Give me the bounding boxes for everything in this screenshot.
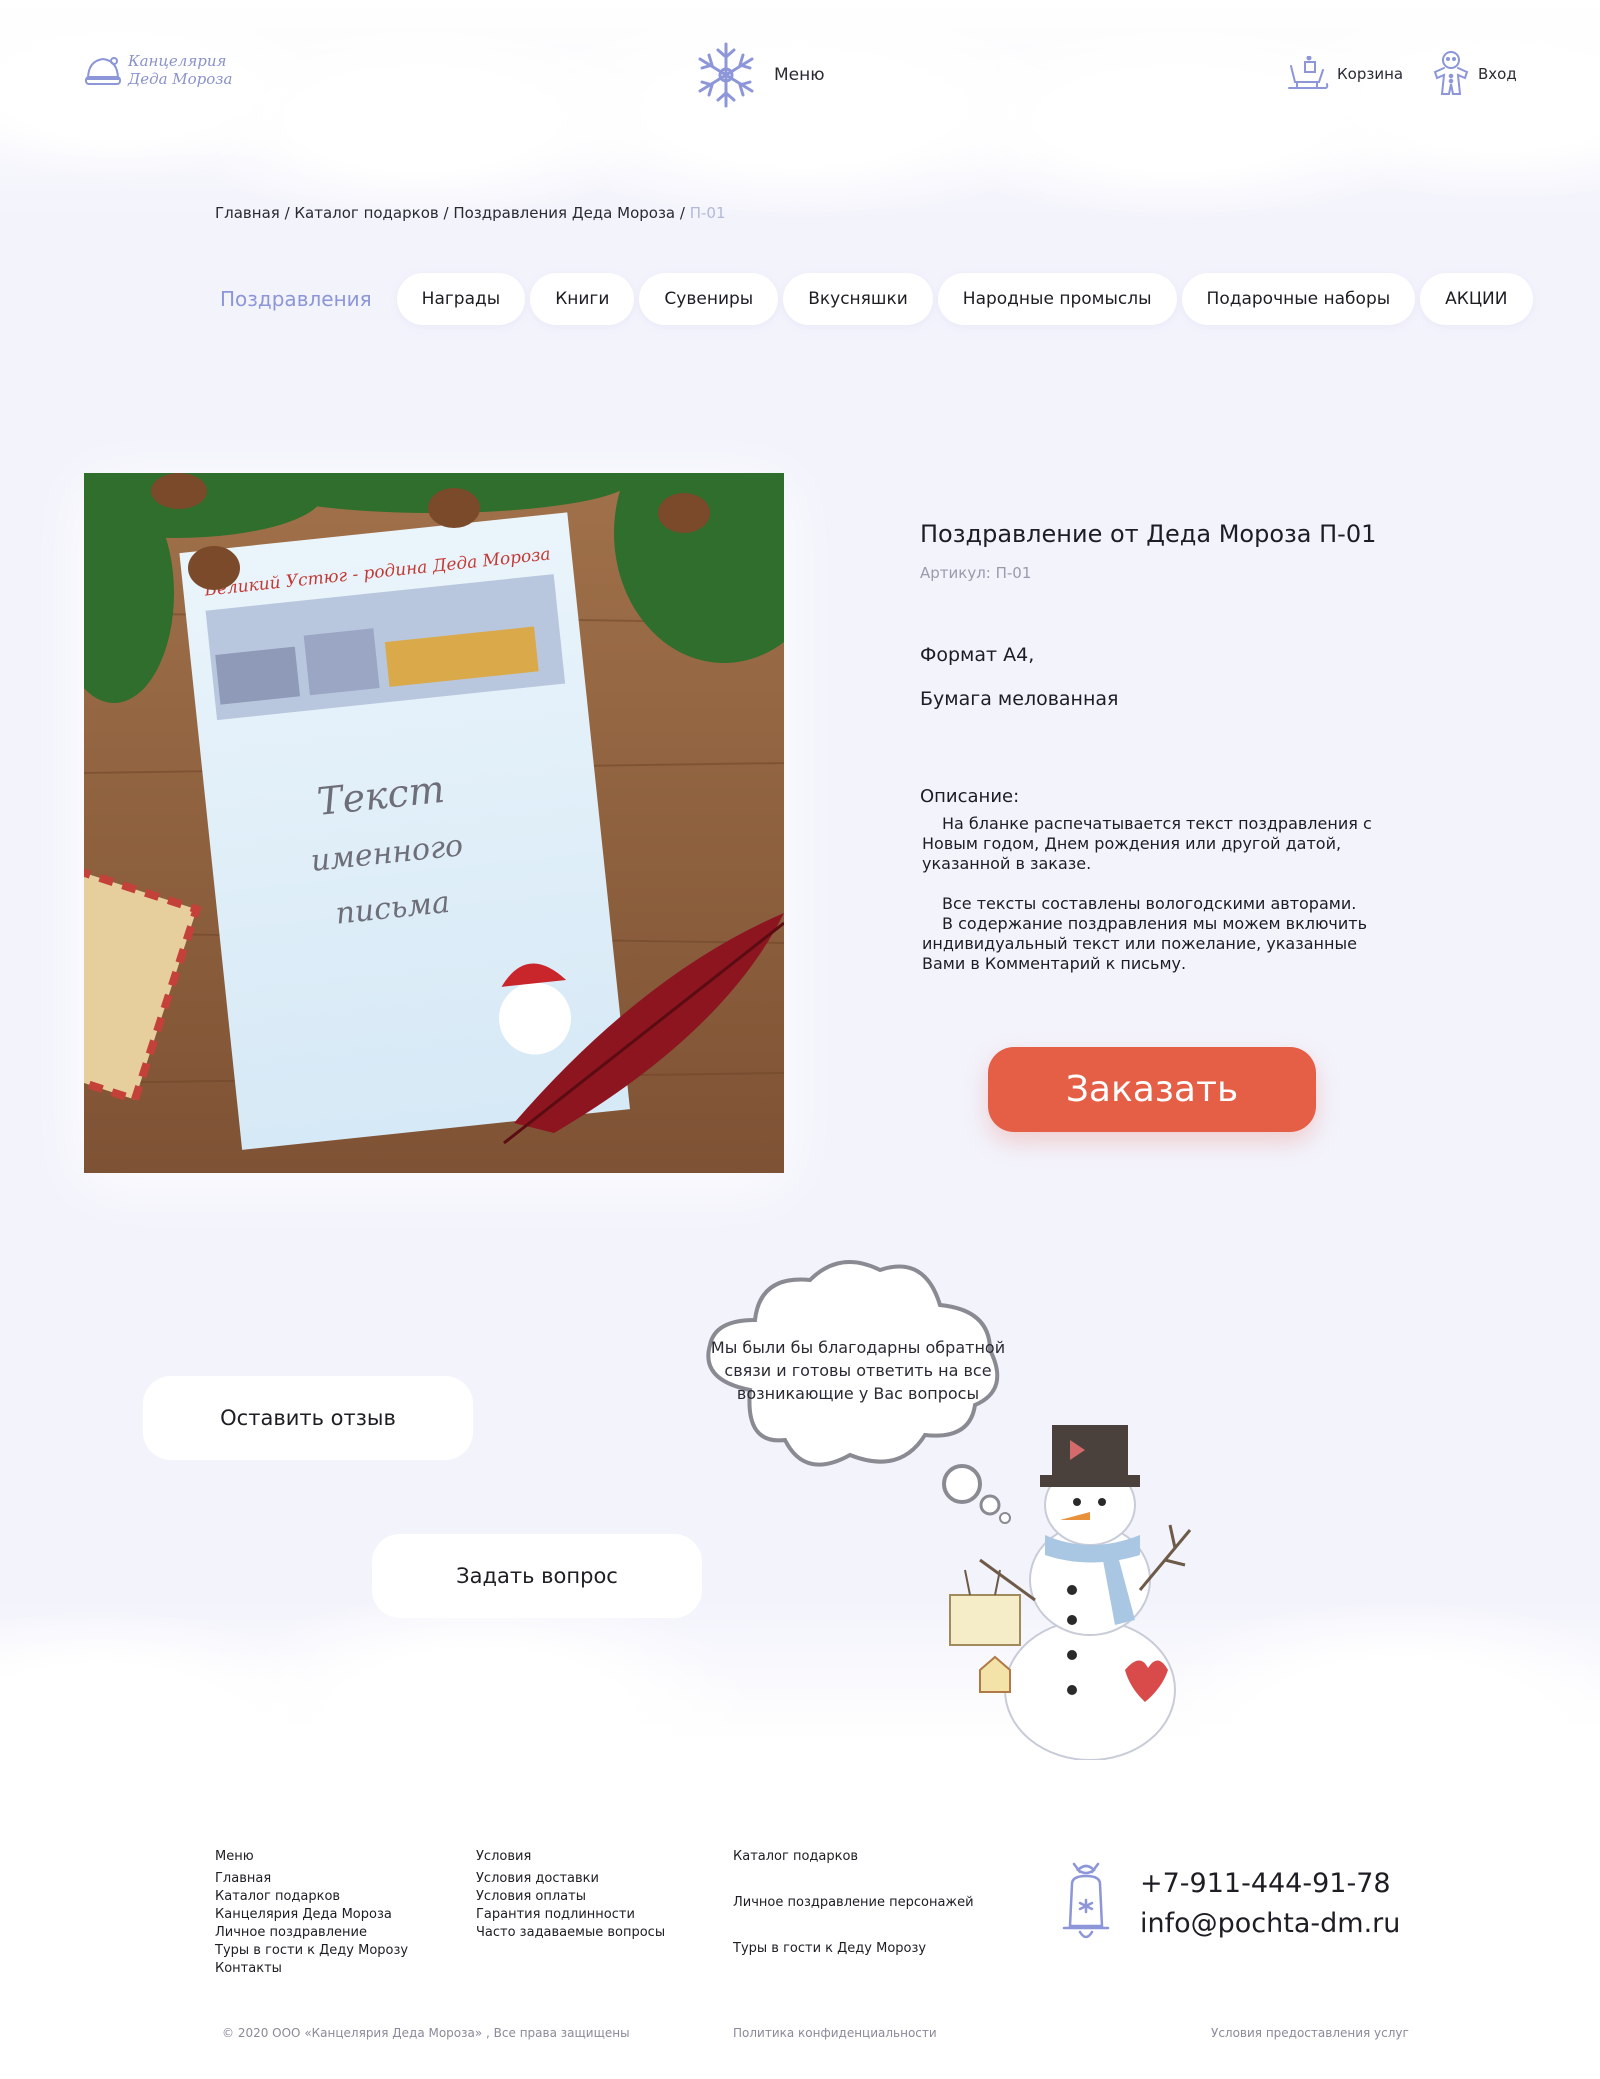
description-text: На бланке распечатывается текст поздравл… (922, 814, 1382, 974)
footer-email-link[interactable]: info@pochta-dm.ru (1140, 1904, 1400, 1944)
tab-promotions[interactable]: АКЦИИ (1420, 273, 1533, 325)
tab-sweets[interactable]: Вкусняшки (783, 273, 933, 325)
sleigh-icon (1288, 56, 1329, 89)
footer-link-payment[interactable]: Условия оплаты (476, 1888, 665, 1906)
breadcrumb-home[interactable]: Главная (215, 204, 280, 222)
breadcrumb-separator: / (279, 204, 295, 222)
footer-contacts: +7-911-444-91-78 info@pochta-dm.ru (1060, 1862, 1400, 1946)
header-cloud-background (0, 0, 1600, 220)
breadcrumb-separator: / (675, 204, 690, 222)
description-paragraph: Все тексты составлены вологодскими автор… (942, 894, 1357, 913)
bubble-text: Мы были бы благодарны обратной связи и г… (710, 1338, 1006, 1403)
footer-link-personal-greeting[interactable]: Личное поздравление (215, 1924, 408, 1942)
footer-menu-title: Меню (215, 1849, 254, 1864)
footer-cloud-background (0, 1600, 1600, 2079)
product-image[interactable]: Великий Устюг - родина Деда Мороза Текст… (84, 473, 784, 1173)
copyright-text: © 2020 ООО «Канцелярия Деда Мороза» , Вс… (222, 2026, 630, 2040)
contact-details: +7-911-444-91-78 info@pochta-dm.ru (1140, 1864, 1400, 1944)
footer-link-delivery[interactable]: Условия доставки (476, 1870, 665, 1888)
ask-question-button[interactable]: Задать вопрос (372, 1534, 702, 1618)
breadcrumb-catalog[interactable]: Каталог подарков (294, 204, 438, 222)
tab-greetings[interactable]: Поздравления (208, 273, 384, 325)
footer-phone-link[interactable]: +7-911-444-91-78 (1140, 1864, 1400, 1904)
footer-link-office[interactable]: Канцелярия Деда Мороза (215, 1906, 408, 1924)
description-paragraph: На бланке распечатывается текст поздравл… (922, 814, 1372, 873)
privacy-policy-link[interactable]: Политика конфиденциальности (733, 2026, 937, 2040)
footer-link-gift-catalog[interactable]: Каталог подарков (733, 1848, 974, 1866)
tab-awards[interactable]: Награды (396, 273, 526, 325)
tab-books[interactable]: Книги (530, 273, 635, 325)
footer-conditions-title: Условия (476, 1849, 532, 1864)
logo-text-line2: Деда Мороза (128, 70, 233, 88)
product-spec-paper: Бумага мелованная (920, 688, 1119, 710)
footer-link-faq[interactable]: Часто задаваемые вопросы (476, 1924, 665, 1942)
menu-button[interactable]: Меню (694, 40, 825, 110)
breadcrumb: Главная / Каталог подарков / Поздравлени… (215, 204, 726, 222)
bell-icon (1062, 1862, 1110, 1939)
footer-link-home[interactable]: Главная (215, 1870, 408, 1888)
site-logo[interactable]: Канцелярия Деда Мороза (84, 52, 232, 88)
breadcrumb-current: П-01 (689, 204, 726, 222)
footer-link-catalog[interactable]: Каталог подарков (215, 1888, 408, 1906)
logo-text: Канцелярия Деда Мороза (128, 52, 232, 88)
cart-button[interactable]: Корзина (1287, 56, 1403, 92)
tab-folk-crafts[interactable]: Народные промыслы (937, 273, 1177, 325)
product-spec-format: Формат А4, (920, 644, 1035, 666)
description-title: Описание: (920, 786, 1020, 807)
product-illustration: Великий Устюг - родина Деда Мороза Текст… (84, 473, 784, 1173)
footer-link-contacts[interactable]: Контакты (215, 1960, 408, 1978)
footer-link-tours-santa[interactable]: Туры в гости к Деду Морозу (733, 1940, 974, 1958)
gingerbread-man-icon (1433, 51, 1469, 95)
leave-review-button[interactable]: Оставить отзыв (143, 1376, 473, 1460)
order-button[interactable]: Заказать (988, 1047, 1316, 1132)
footer-menu-column: Меню Главная Каталог подарков Канцелярия… (215, 1848, 408, 1978)
cart-label: Корзина (1337, 65, 1404, 83)
logo-text-line1: Канцелярия (128, 52, 227, 70)
terms-link[interactable]: Условия предоставления услуг (1211, 2026, 1409, 2040)
snowman-illustration (949, 1425, 1192, 1760)
footer-catalog-column: Каталог подарков Личное поздравление пер… (733, 1848, 974, 1986)
footer-link-tours[interactable]: Туры в гости к Деду Морозу (215, 1942, 408, 1960)
product-sku: Артикул: П-01 (920, 564, 1032, 582)
menu-label: Меню (774, 65, 825, 85)
footer-link-character-greeting[interactable]: Личное поздравление персонажей (733, 1894, 974, 1912)
breadcrumb-greetings[interactable]: Поздравления Деда Мороза (453, 204, 675, 222)
description-paragraph: В содержание поздравления мы можем включ… (922, 914, 1368, 973)
product-title: Поздравление от Деда Мороза П-01 (920, 520, 1377, 548)
hat-icon (85, 57, 121, 85)
footer-conditions-column: Условия Условия доставки Условия оплаты … (476, 1848, 665, 1942)
footer-link-authenticity[interactable]: Гарантия подлинности (476, 1906, 665, 1924)
tab-gift-sets[interactable]: Подарочные наборы (1181, 273, 1416, 325)
login-label: Вход (1478, 65, 1517, 83)
breadcrumb-separator: / (438, 204, 454, 222)
snowflake-icon (698, 42, 754, 108)
category-tabs: Поздравления Награды Книги Сувениры Вкус… (208, 273, 1533, 325)
login-button[interactable]: Вход (1432, 50, 1517, 98)
tab-souvenirs[interactable]: Сувениры (639, 273, 779, 325)
